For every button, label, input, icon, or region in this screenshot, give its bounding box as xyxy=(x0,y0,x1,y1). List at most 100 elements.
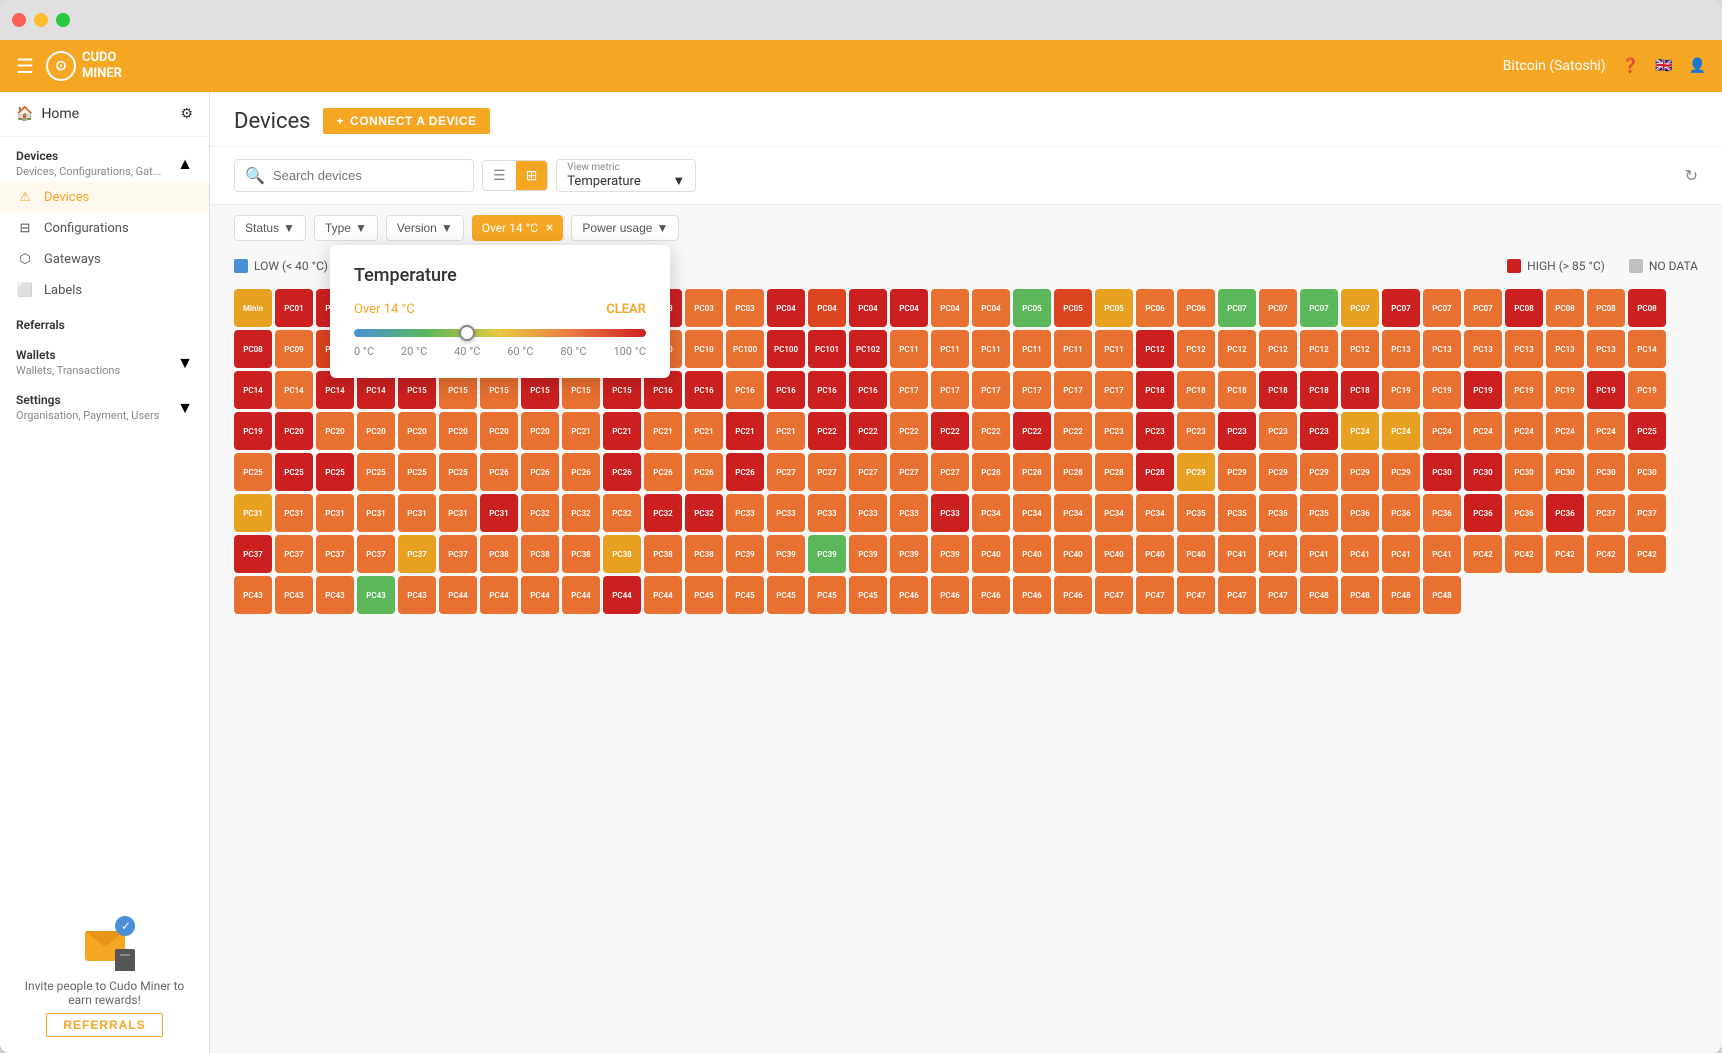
sidebar-item-gateways[interactable]: ⬡ Gateways xyxy=(0,244,209,275)
device-cell[interactable]: PC19 xyxy=(1546,371,1584,409)
device-cell[interactable]: PC48 xyxy=(1341,576,1379,614)
hamburger-menu[interactable]: ☰ xyxy=(16,54,34,78)
device-cell[interactable]: PC13 xyxy=(1587,330,1625,368)
sidebar-item-devices[interactable]: ⚠ Devices xyxy=(0,182,209,213)
device-cell[interactable]: PC25 xyxy=(234,453,272,491)
device-cell[interactable]: PC21 xyxy=(603,412,641,450)
type-filter-button[interactable]: Type ▼ xyxy=(314,215,378,241)
device-cell[interactable]: PC13 xyxy=(1464,330,1502,368)
device-cell[interactable]: PC31 xyxy=(316,494,354,532)
device-cell[interactable]: PC47 xyxy=(1259,576,1297,614)
device-cell[interactable]: PC45 xyxy=(685,576,723,614)
device-cell[interactable]: PC16 xyxy=(767,371,805,409)
device-cell[interactable]: PC41 xyxy=(1423,535,1461,573)
device-cell[interactable]: PC36 xyxy=(1464,494,1502,532)
device-cell[interactable]: PC27 xyxy=(931,453,969,491)
device-cell[interactable]: PC41 xyxy=(1300,535,1338,573)
language-flag[interactable]: 🇬🇧 xyxy=(1655,58,1672,74)
device-cell[interactable]: PC23 xyxy=(1259,412,1297,450)
device-cell[interactable]: PC24 xyxy=(1587,412,1625,450)
device-cell[interactable]: PC41 xyxy=(1259,535,1297,573)
device-cell[interactable]: PC19 xyxy=(1587,371,1625,409)
device-cell[interactable]: PC07 xyxy=(1259,289,1297,327)
device-cell[interactable]: PC28 xyxy=(1054,453,1092,491)
device-cell[interactable]: PC100 xyxy=(767,330,805,368)
device-cell[interactable]: PC102 xyxy=(849,330,887,368)
device-cell[interactable]: PC20 xyxy=(439,412,477,450)
device-cell[interactable]: PC37 xyxy=(357,535,395,573)
device-cell[interactable]: PC18 xyxy=(1259,371,1297,409)
device-cell[interactable]: PC101 xyxy=(808,330,846,368)
device-cell[interactable]: PC33 xyxy=(767,494,805,532)
device-cell[interactable]: PC07 xyxy=(1382,289,1420,327)
device-cell[interactable]: PC14 xyxy=(1628,330,1666,368)
device-cell[interactable]: PC29 xyxy=(1300,453,1338,491)
device-cell[interactable]: PC30 xyxy=(1546,453,1584,491)
active-filter-chip[interactable]: Over 14 °C × xyxy=(472,215,564,241)
device-cell[interactable]: PC19 xyxy=(234,412,272,450)
device-cell[interactable]: PC39 xyxy=(808,535,846,573)
device-cell[interactable]: PC25 xyxy=(316,453,354,491)
device-cell[interactable]: PC31 xyxy=(439,494,477,532)
list-view-button[interactable]: ☰ xyxy=(483,161,516,190)
device-cell[interactable]: PC36 xyxy=(1423,494,1461,532)
device-cell[interactable]: PC13 xyxy=(1423,330,1461,368)
device-cell[interactable]: PC46 xyxy=(890,576,928,614)
device-cell[interactable]: PC06 xyxy=(1177,289,1215,327)
device-cell[interactable]: PC18 xyxy=(1341,371,1379,409)
sidebar-home[interactable]: 🏠 Home ⚙ xyxy=(0,92,209,137)
device-cell[interactable]: PC18 xyxy=(1300,371,1338,409)
power-usage-filter-button[interactable]: Power usage ▼ xyxy=(571,215,679,241)
device-cell[interactable]: PC37 xyxy=(234,535,272,573)
device-cell[interactable]: PC33 xyxy=(808,494,846,532)
device-cell[interactable]: PC16 xyxy=(726,371,764,409)
device-cell[interactable]: PC26 xyxy=(562,453,600,491)
device-cell[interactable]: PC43 xyxy=(398,576,436,614)
device-cell[interactable]: PC06 xyxy=(1136,289,1174,327)
device-cell[interactable]: PC36 xyxy=(1505,494,1543,532)
device-cell[interactable]: PC34 xyxy=(1136,494,1174,532)
connect-device-button[interactable]: + CONNECT A DEVICE xyxy=(323,108,491,134)
device-cell[interactable]: PC44 xyxy=(439,576,477,614)
device-cell[interactable]: PC45 xyxy=(808,576,846,614)
device-cell[interactable]: PC07 xyxy=(1341,289,1379,327)
device-cell[interactable]: PC30 xyxy=(1464,453,1502,491)
device-cell[interactable]: PC04 xyxy=(849,289,887,327)
device-cell[interactable]: PC20 xyxy=(521,412,559,450)
device-cell[interactable]: PC21 xyxy=(767,412,805,450)
device-cell[interactable]: PC03 xyxy=(726,289,764,327)
device-cell[interactable]: PC19 xyxy=(1423,371,1461,409)
device-cell[interactable]: PC29 xyxy=(1259,453,1297,491)
device-cell[interactable]: PC20 xyxy=(275,412,313,450)
device-cell[interactable]: PC23 xyxy=(1218,412,1256,450)
device-cell[interactable]: PC28 xyxy=(1013,453,1051,491)
device-cell[interactable]: PC38 xyxy=(521,535,559,573)
device-cell[interactable]: PC31 xyxy=(398,494,436,532)
device-cell[interactable]: PC42 xyxy=(1546,535,1584,573)
device-cell[interactable]: PC28 xyxy=(972,453,1010,491)
device-cell[interactable]: PC20 xyxy=(398,412,436,450)
device-cell[interactable]: PC26 xyxy=(603,453,641,491)
device-cell[interactable]: PC25 xyxy=(275,453,313,491)
device-cell[interactable]: PC07 xyxy=(1464,289,1502,327)
settings-gear-icon[interactable]: ⚙ xyxy=(180,106,193,122)
device-cell[interactable]: PC17 xyxy=(1095,371,1133,409)
device-cell[interactable]: PC38 xyxy=(644,535,682,573)
device-cell[interactable]: PC41 xyxy=(1341,535,1379,573)
device-cell[interactable]: PC12 xyxy=(1300,330,1338,368)
device-cell[interactable]: PC39 xyxy=(890,535,928,573)
device-cell[interactable]: PC13 xyxy=(1505,330,1543,368)
device-cell[interactable]: PC48 xyxy=(1423,576,1461,614)
device-cell[interactable]: PC24 xyxy=(1382,412,1420,450)
device-cell[interactable]: PC12 xyxy=(1259,330,1297,368)
device-cell[interactable]: PC30 xyxy=(1587,453,1625,491)
sidebar-devices-header[interactable]: Devices Devices, Configurations, Gat... … xyxy=(16,149,193,178)
device-cell[interactable]: PC25 xyxy=(1628,412,1666,450)
sidebar-item-labels[interactable]: ⬜ Labels xyxy=(0,275,209,306)
device-cell[interactable]: PC37 xyxy=(1628,494,1666,532)
temp-slider-thumb[interactable] xyxy=(459,325,475,341)
device-cell[interactable]: PC21 xyxy=(726,412,764,450)
device-cell[interactable]: PC24 xyxy=(1464,412,1502,450)
device-cell[interactable]: PC17 xyxy=(1054,371,1092,409)
device-cell[interactable]: PC32 xyxy=(521,494,559,532)
